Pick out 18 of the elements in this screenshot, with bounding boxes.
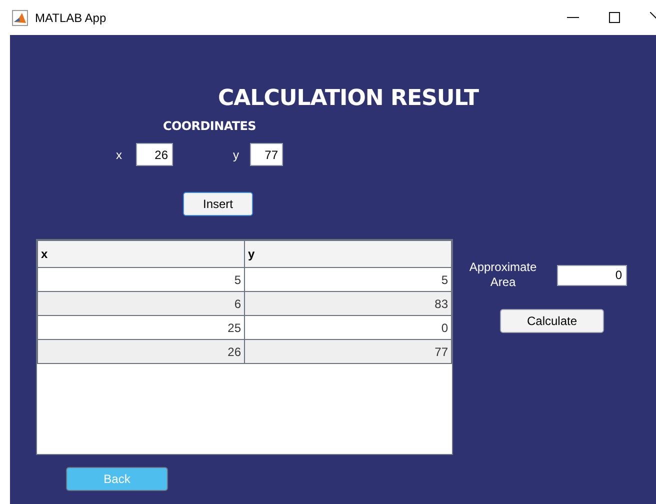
table-cell: 26 [38,340,244,364]
field-label: y [233,146,239,164]
calculate-button[interactable]: Calculate [500,309,604,333]
maximize-icon[interactable] [609,12,620,23]
area-label: Approximate Area [468,260,538,290]
column-header: x [38,240,244,268]
page-heading: CALCULATION RESULT [218,87,480,111]
input-field[interactable]: 77 [250,143,283,166]
minimize-icon[interactable] [567,16,579,18]
field-label: x [116,146,122,164]
area-field[interactable]: 0 [557,264,627,286]
insert-button[interactable]: Insert [183,192,253,216]
input-field[interactable]: 26 [136,143,173,166]
column-header: y [244,240,452,268]
section-label: COORDINATES [163,118,257,135]
window-title: MATLAB App [35,10,106,26]
app-logo-icon [12,10,28,26]
table-cell: 77 [244,340,452,364]
